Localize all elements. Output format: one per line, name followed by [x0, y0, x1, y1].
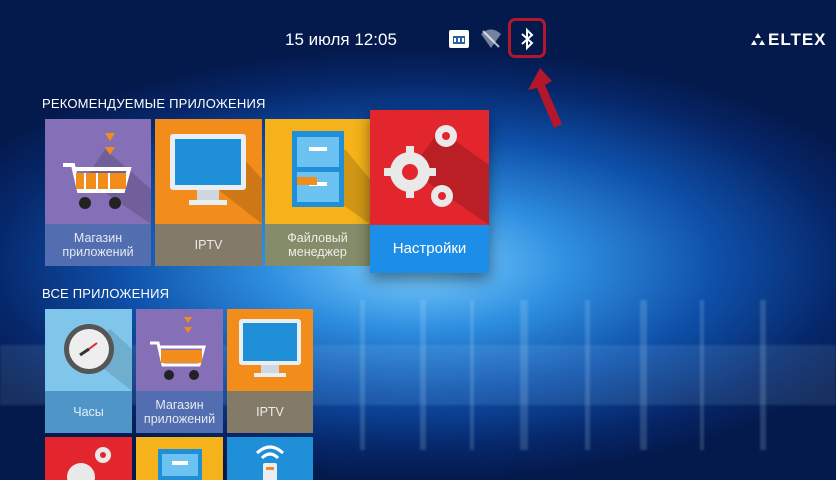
clock-icon — [45, 309, 132, 391]
tile-label: Магазин приложений — [136, 391, 223, 433]
tile-label: Настройки — [370, 225, 489, 273]
launcher-screen: 15 июля 12:05 ELTEX РЕКОМЕНДУЕМЫЕ ПРИЛОЖ… — [0, 0, 836, 480]
date-time: 15 июля 12:05 — [285, 30, 397, 49]
tile-file-manager[interactable]: Файловый менеджер — [265, 119, 370, 266]
file-cabinet-icon — [136, 437, 223, 480]
status-bar: 15 июля 12:05 ELTEX — [0, 0, 836, 128]
tile-iptv-2[interactable]: IPTV — [227, 309, 313, 433]
monitor-icon — [227, 309, 313, 391]
bluetooth-highlight-frame — [508, 18, 546, 58]
tile-label: IPTV — [155, 224, 262, 266]
file-cabinet-icon — [265, 119, 370, 224]
tile-settings[interactable]: Настройки — [370, 110, 489, 273]
pointer-arrow — [528, 68, 568, 137]
wifi-off-icon — [478, 26, 504, 52]
shopping-cart-icon — [136, 309, 223, 391]
tile-file-manager-2[interactable] — [136, 437, 223, 480]
tile-settings-2[interactable] — [45, 437, 132, 480]
tile-label: Файловый менеджер — [265, 224, 370, 266]
tile-label: Магазин приложений — [45, 224, 151, 266]
tile-app-store[interactable]: Магазин приложений — [45, 119, 151, 266]
eltex-logo: ELTEX — [750, 30, 827, 50]
section-title-recommended: РЕКОМЕНДУЕМЫЕ ПРИЛОЖЕНИЯ — [42, 96, 266, 111]
tile-label: Часы — [45, 391, 132, 433]
tile-iptv[interactable]: IPTV — [155, 119, 262, 266]
tile-clock[interactable]: Часы — [45, 309, 132, 433]
wifi-remote-icon — [227, 437, 313, 480]
gears-icon — [370, 110, 489, 225]
shopping-cart-icon — [45, 119, 151, 224]
monitor-icon — [155, 119, 262, 224]
gears-icon — [45, 437, 132, 480]
section-title-all-apps: ВСЕ ПРИЛОЖЕНИЯ — [42, 286, 170, 301]
ethernet-icon — [446, 26, 472, 52]
tile-remote[interactable] — [227, 437, 313, 480]
eltex-logo-icon — [751, 33, 765, 45]
tile-app-store-2[interactable]: Магазин приложений — [136, 309, 223, 433]
tile-label: IPTV — [227, 391, 313, 433]
